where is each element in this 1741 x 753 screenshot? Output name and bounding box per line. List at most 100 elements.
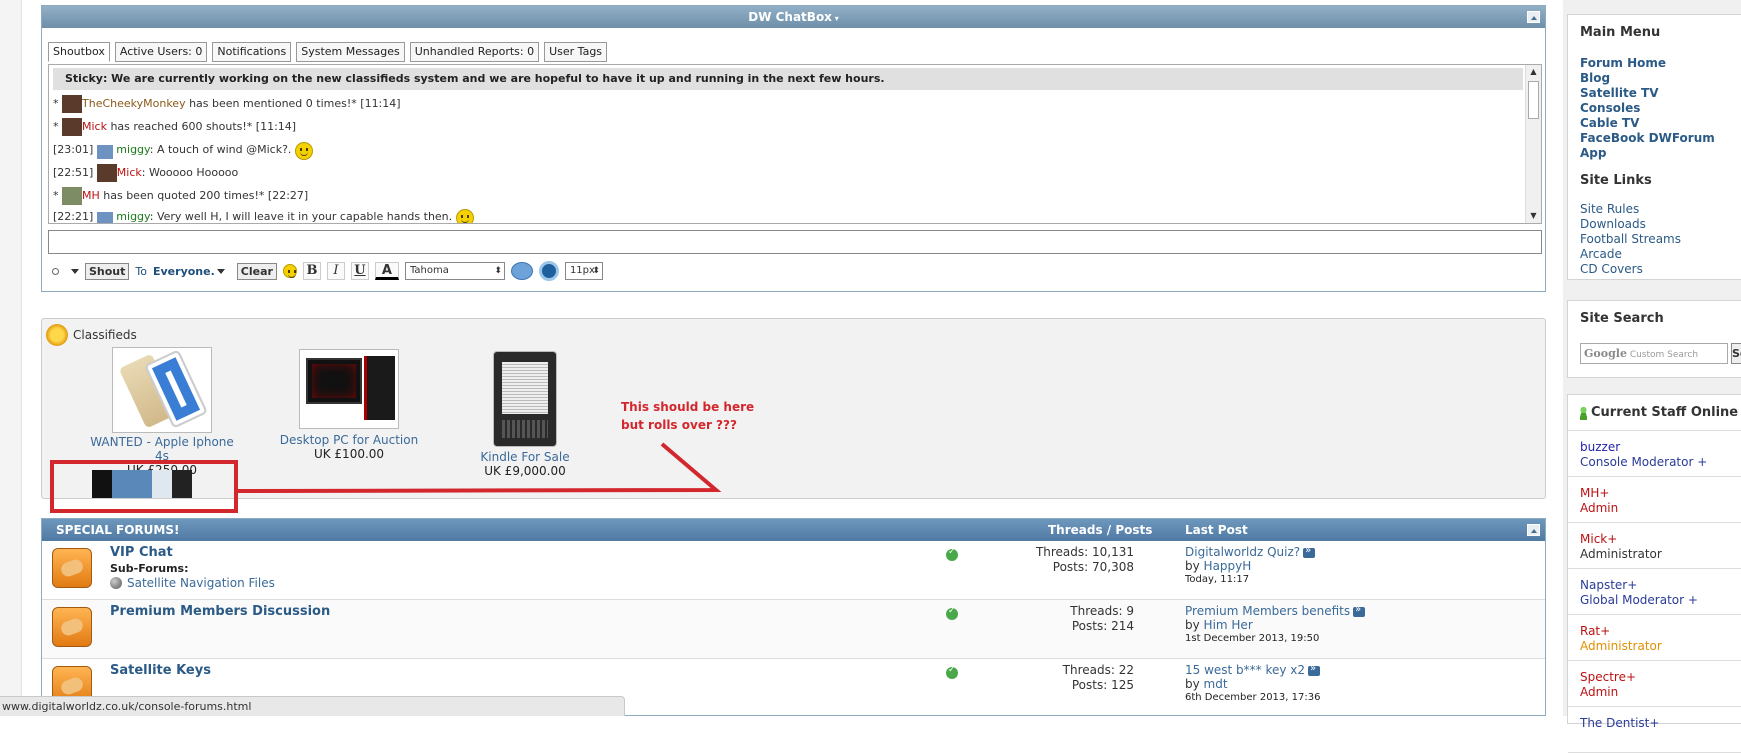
right-sidebar: Main Menu Forum Home Blog Satellite TV C… — [1563, 0, 1741, 753]
last-post-title[interactable]: Premium Members benefits — [1185, 604, 1350, 618]
staff-member[interactable]: Mick+ Administrator — [1568, 523, 1741, 569]
post-count: Posts: 214 — [1071, 619, 1134, 633]
forum-title[interactable]: Satellite Keys — [110, 663, 211, 678]
last-post-date: Today, 11:17 — [1185, 574, 1250, 585]
staff-name[interactable]: Napster+ — [1580, 578, 1741, 593]
subforum-link[interactable]: Satellite Navigation Files — [110, 576, 275, 590]
chevron-down-icon[interactable] — [71, 268, 79, 274]
avatar[interactable] — [62, 118, 82, 136]
message-user[interactable]: TheCheekyMonkey — [82, 97, 186, 110]
link-facebook-app[interactable]: FaceBook DWForum App — [1568, 131, 1741, 161]
go-to-post-icon[interactable] — [1303, 544, 1316, 558]
shout-input[interactable] — [48, 230, 1542, 254]
staff-member[interactable]: The Dentist+ — [1568, 707, 1741, 753]
avatar[interactable] — [62, 95, 82, 113]
staff-name[interactable]: buzzer — [1580, 440, 1741, 455]
message-user[interactable]: Mick — [82, 120, 107, 133]
thread-count: Threads: 9 — [1070, 604, 1134, 618]
shout-button[interactable]: Shout — [85, 262, 130, 280]
shoutbox-messages[interactable]: Sticky: We are currently working on the … — [48, 64, 1542, 224]
last-post-title[interactable]: 15 west b*** key x2 — [1185, 663, 1305, 677]
last-post-user[interactable]: mdt — [1204, 677, 1228, 691]
go-to-post-icon[interactable] — [1353, 603, 1366, 617]
kindle-image[interactable] — [493, 351, 557, 447]
scroll-down-icon[interactable]: ▼ — [1526, 209, 1541, 223]
link-cable-tv[interactable]: Cable TV — [1568, 116, 1741, 131]
tab-unhandled-reports[interactable]: Unhandled Reports: 0 — [409, 42, 540, 62]
link-forum-home[interactable]: Forum Home — [1568, 56, 1741, 71]
classified-item[interactable]: WANTED - Apple Iphone 4s UK £250.00 — [82, 347, 242, 475]
thread-count: Threads: 22 — [1062, 663, 1134, 677]
staff-online-title: Current Staff Online — [1568, 395, 1741, 420]
status-circle-icon[interactable] — [52, 267, 59, 275]
forum-title[interactable]: Premium Members Discussion — [110, 604, 330, 619]
staff-name[interactable]: Spectre+ — [1580, 670, 1741, 685]
forum-title[interactable]: VIP Chat — [110, 545, 173, 560]
forums-title[interactable]: SPECIAL FORUMS! — [56, 519, 179, 541]
speech-bubble-icon[interactable] — [510, 262, 533, 280]
message-user[interactable]: Mick — [117, 166, 142, 179]
staff-name[interactable]: MH+ — [1580, 486, 1741, 501]
webcam-icon[interactable] — [538, 261, 559, 281]
tab-shoutbox[interactable]: Shoutbox — [48, 42, 110, 62]
tab-system-messages[interactable]: System Messages — [296, 42, 405, 62]
tab-active-users[interactable]: Active Users: 0 — [114, 42, 208, 62]
font-size-select[interactable]: 11px — [564, 262, 603, 280]
link-cd-covers[interactable]: CD Covers — [1568, 262, 1741, 277]
chevron-down-icon[interactable]: ▾ — [832, 14, 839, 23]
main-menu-box: Main Menu Forum Home Blog Satellite TV C… — [1567, 14, 1741, 280]
message-user[interactable]: miggy — [116, 210, 149, 223]
scroll-up-icon[interactable]: ▲ — [1526, 65, 1541, 79]
underline-button[interactable]: U — [350, 262, 369, 280]
link-satellite-tv[interactable]: Satellite TV — [1568, 86, 1741, 101]
staff-member[interactable]: Spectre+ Admin — [1568, 661, 1741, 707]
link-blog[interactable]: Blog — [1568, 71, 1741, 86]
link-site-rules[interactable]: Site Rules — [1568, 202, 1741, 217]
staff-name[interactable]: Rat+ — [1580, 624, 1741, 639]
tab-notifications[interactable]: Notifications — [212, 42, 292, 62]
smilies-icon[interactable] — [282, 264, 297, 278]
iphone-image[interactable] — [112, 347, 212, 433]
link-consoles[interactable]: Consoles — [1568, 101, 1741, 116]
message-user[interactable]: MH — [82, 189, 100, 202]
staff-member[interactable]: Rat+ Administrator — [1568, 615, 1741, 661]
forums-header: SPECIAL FORUMS! Threads / Posts Last Pos… — [42, 519, 1545, 541]
link-downloads[interactable]: Downloads — [1568, 217, 1741, 232]
staff-name[interactable]: The Dentist+ — [1580, 716, 1741, 731]
google-search-input[interactable]: Google Custom Search — [1580, 343, 1728, 364]
message-text: has reached 600 shouts!* [11:14] — [106, 120, 297, 133]
staff-member[interactable]: buzzer Console Moderator + — [1568, 431, 1741, 477]
staff-name[interactable]: Mick+ — [1580, 532, 1741, 547]
avatar[interactable] — [96, 164, 117, 182]
message-user[interactable]: miggy — [116, 143, 149, 156]
forum-status-icon — [946, 547, 958, 561]
clear-button[interactable]: Clear — [236, 262, 277, 280]
bold-button[interactable]: B — [302, 262, 321, 280]
staff-member[interactable]: MH+ Admin — [1568, 477, 1741, 523]
font-family-select[interactable]: Tahoma — [404, 262, 505, 280]
recipient-selector[interactable]: Everyone. — [153, 265, 215, 278]
item-name[interactable]: WANTED - Apple Iphone 4s — [82, 435, 242, 463]
go-to-post-icon[interactable] — [1308, 662, 1321, 676]
avatar[interactable] — [96, 212, 113, 223]
tab-user-tags[interactable]: User Tags — [544, 42, 608, 62]
staff-member[interactable]: Napster+ Global Moderator + — [1568, 569, 1741, 615]
chat-scrollbar[interactable]: ▲ ▼ — [1525, 65, 1541, 223]
font-color-button[interactable]: A — [374, 262, 399, 280]
avatar[interactable] — [96, 145, 113, 159]
subforum-link-text[interactable]: Satellite Navigation Files — [127, 576, 275, 590]
last-post-user[interactable]: HappyH — [1204, 559, 1252, 573]
desktop-pc-image[interactable] — [299, 349, 399, 429]
italic-button[interactable]: I — [326, 262, 345, 280]
chat-message: [23:01] miggy: A touch of wind @Mick?. — [49, 136, 1541, 160]
link-football-streams[interactable]: Football Streams — [1568, 232, 1741, 247]
scrollbar-thumb[interactable] — [1528, 81, 1539, 119]
chevron-down-icon[interactable] — [216, 268, 225, 274]
chatbox-title[interactable]: DW ChatBox — [748, 10, 832, 24]
link-arcade[interactable]: Arcade — [1568, 247, 1741, 262]
last-post-user[interactable]: Him Her — [1204, 618, 1253, 632]
search-button[interactable]: Se — [1731, 343, 1741, 364]
collapse-icon[interactable] — [1527, 11, 1540, 23]
last-post-title[interactable]: Digitalworldz Quiz? — [1185, 545, 1300, 559]
collapse-icon[interactable] — [1527, 524, 1540, 536]
